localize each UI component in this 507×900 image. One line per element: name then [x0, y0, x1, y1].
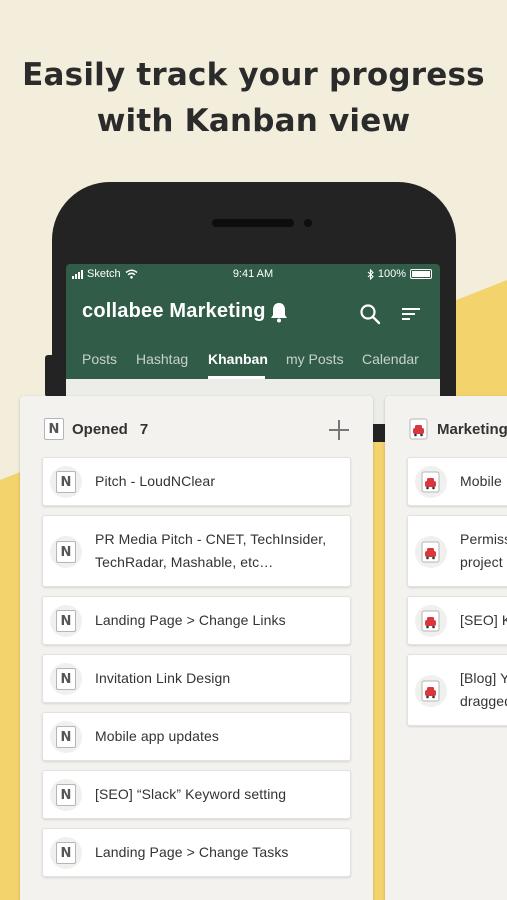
kanban-card[interactable]: N [SEO] “Slack” Keyword setting: [42, 770, 351, 819]
card-title-line2: dragged: [460, 693, 507, 709]
kanban-card[interactable]: N Mobile app updates: [42, 712, 351, 761]
status-bar: 9:41 AM Sketch 100%: [66, 268, 440, 282]
kanban-card[interactable]: [Blog] Y dragged: [407, 654, 507, 726]
n-document-icon: N: [56, 541, 76, 563]
status-battery-percent: 100%: [377, 268, 406, 280]
card-title: Permiss: [460, 531, 507, 547]
app-title: collabee Marketing: [82, 300, 266, 322]
card-icon: N: [50, 466, 82, 498]
kanban-card[interactable]: N Invitation Link Design: [42, 654, 351, 703]
card-icon: N: [50, 721, 82, 753]
phone-camera: [304, 219, 312, 227]
card-title: [SEO] “Slack” Keyword setting: [95, 786, 287, 802]
column-title: Opened: [72, 420, 128, 438]
column-header: N Opened 7: [44, 418, 148, 440]
card-icon: N: [50, 605, 82, 637]
headline: Easily track your progress with Kanban v…: [0, 52, 507, 144]
n-document-icon: N: [56, 668, 76, 690]
kanban-card[interactable]: N Landing Page > Change Tasks: [42, 828, 351, 877]
card-icon: N: [50, 837, 82, 869]
n-document-icon: N: [44, 418, 64, 440]
bell-icon[interactable]: [268, 301, 290, 323]
card-icon: N: [50, 663, 82, 695]
headline-line2: with Kanban view: [96, 103, 411, 139]
red-document-icon: [421, 541, 440, 563]
phone-speaker: [212, 219, 294, 227]
sort-icon[interactable]: [400, 304, 422, 324]
column-title: Marketing: [437, 420, 507, 438]
card-title-line2: project: [460, 554, 503, 570]
column-count: 7: [139, 420, 149, 438]
column-header: Marketing: [409, 418, 507, 440]
signal-icon: [72, 269, 83, 279]
card-title-line2: TechRadar, Mashable, etc…: [95, 554, 274, 570]
kanban-card[interactable]: N Landing Page > Change Links: [42, 596, 351, 645]
tab-calendar[interactable]: Calendar: [362, 351, 419, 367]
tab-my-posts[interactable]: my Posts: [286, 351, 344, 367]
card-icon: [415, 536, 447, 568]
card-icon: N: [50, 536, 82, 568]
red-document-icon: [421, 680, 440, 702]
n-document-icon: N: [56, 471, 76, 493]
card-title: Mobile: [460, 473, 502, 489]
card-title: PR Media Pitch - CNET, TechInsider,: [95, 531, 327, 547]
kanban-column-opened: N Opened 7 N Pitch - LoudNClear N PR Med…: [20, 396, 373, 900]
wifi-icon: [125, 269, 138, 279]
headline-line1: Easily track your progress: [22, 57, 485, 93]
status-carrier: Sketch: [87, 268, 121, 280]
kanban-card[interactable]: Permiss project: [407, 515, 507, 587]
card-icon: [415, 605, 447, 637]
card-title: [Blog] Y: [460, 670, 507, 686]
n-document-icon: N: [56, 784, 76, 806]
red-document-icon: [409, 418, 428, 440]
card-icon: [415, 675, 447, 707]
card-title: Invitation Link Design: [95, 670, 231, 686]
red-document-icon: [421, 471, 440, 493]
bluetooth-icon: [367, 268, 374, 280]
tab-hashtag[interactable]: Hashtag: [136, 351, 188, 367]
tab-bar: Posts Hashtag Khanban my Posts Calendar: [82, 351, 440, 377]
card-title: Landing Page > Change Tasks: [95, 844, 289, 860]
n-document-icon: N: [56, 610, 76, 632]
kanban-card[interactable]: Mobile: [407, 457, 507, 506]
card-icon: N: [50, 779, 82, 811]
card-title: Landing Page > Change Links: [95, 612, 286, 628]
card-icon: [415, 466, 447, 498]
add-card-button[interactable]: [329, 420, 349, 440]
red-document-icon: [421, 610, 440, 632]
kanban-card[interactable]: N PR Media Pitch - CNET, TechInsider, Te…: [42, 515, 351, 587]
card-title: [SEO] K: [460, 612, 507, 628]
tab-posts[interactable]: Posts: [82, 351, 117, 367]
card-title: Mobile app updates: [95, 728, 219, 744]
kanban-card[interactable]: N Pitch - LoudNClear: [42, 457, 351, 506]
search-icon[interactable]: [358, 302, 382, 326]
tab-khanban[interactable]: Khanban: [208, 351, 268, 367]
kanban-card[interactable]: [SEO] K: [407, 596, 507, 645]
n-document-icon: N: [56, 842, 76, 864]
n-document-icon: N: [56, 726, 76, 748]
battery-icon: [410, 269, 432, 279]
kanban-column-marketing: Marketing Mobile Permiss project [SEO] K…: [385, 396, 507, 900]
card-title: Pitch - LoudNClear: [95, 473, 216, 489]
